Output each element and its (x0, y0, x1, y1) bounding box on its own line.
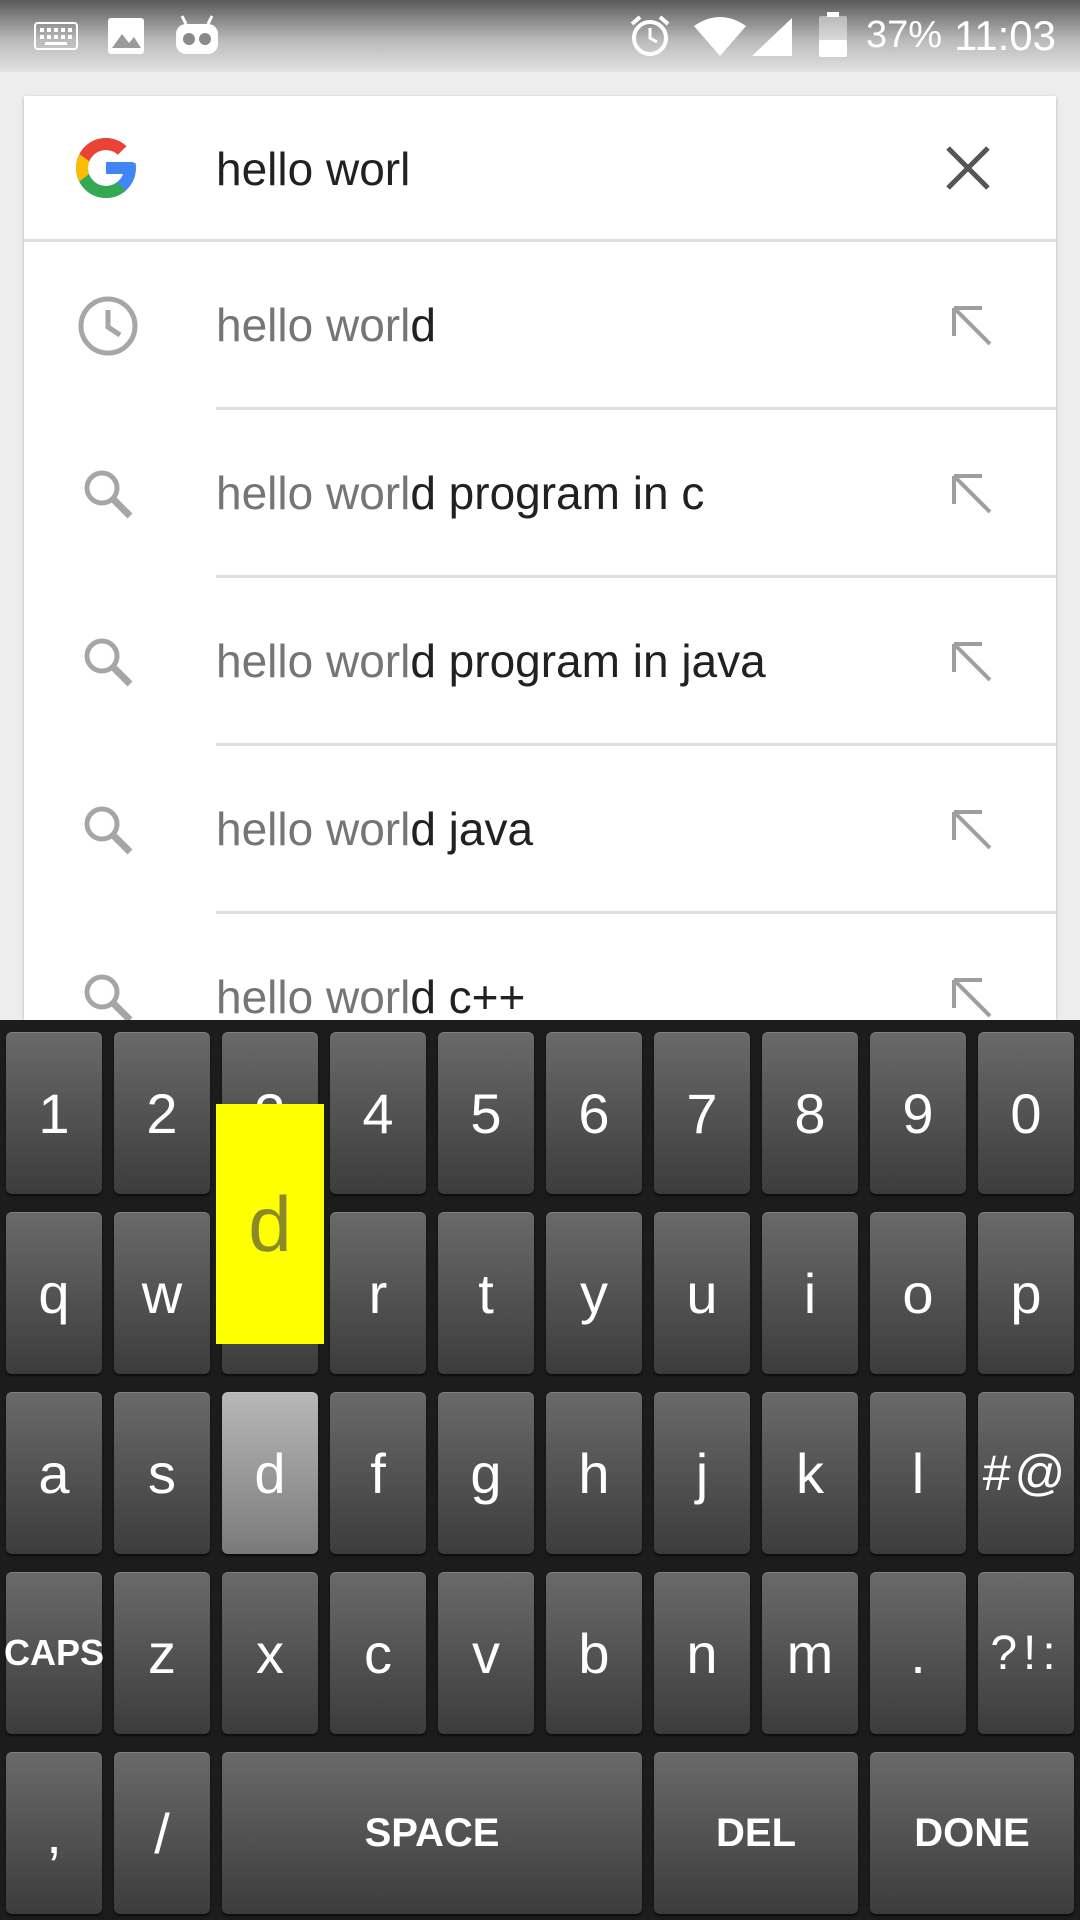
fill-query-arrow-icon[interactable] (946, 468, 998, 520)
key-1[interactable]: 1 (6, 1032, 102, 1194)
key-r[interactable]: r (330, 1212, 426, 1374)
signal-icon (752, 18, 792, 56)
search-icon (84, 974, 133, 1020)
suggestion-completion: d c++ (410, 971, 526, 1020)
search-card: hello worl hello world hello world progr… (24, 96, 1056, 1020)
suggestion-typed: hello worl (216, 299, 411, 351)
key-8[interactable]: 8 (762, 1032, 858, 1194)
key-k[interactable]: k (762, 1392, 858, 1554)
key-7[interactable]: 7 (654, 1032, 750, 1194)
key-slash[interactable]: / (114, 1752, 210, 1914)
image-icon (108, 18, 144, 54)
key-x[interactable]: x (222, 1572, 318, 1734)
suggestion-item[interactable]: hello world c++ (24, 914, 1056, 1020)
suggestion-typed: hello worl (216, 635, 411, 687)
suggestion-item[interactable]: hello world (24, 242, 1056, 410)
key-q[interactable]: q (6, 1212, 102, 1374)
key-m[interactable]: m (762, 1572, 858, 1734)
fill-query-arrow-icon[interactable] (946, 804, 998, 856)
key-a[interactable]: a (6, 1392, 102, 1554)
key-period[interactable]: . (870, 1572, 966, 1734)
key-caps[interactable]: CAPS (4, 1572, 104, 1734)
key-o[interactable]: o (870, 1212, 966, 1374)
key-symbols-punct[interactable]: ?!: (978, 1572, 1074, 1734)
key-4[interactable]: 4 (330, 1032, 426, 1194)
key-5[interactable]: 5 (438, 1032, 534, 1194)
history-icon (78, 296, 138, 356)
android-icon (176, 15, 218, 54)
key-c[interactable]: c (330, 1572, 426, 1734)
search-icon (84, 806, 133, 855)
search-icon (84, 638, 133, 687)
delete-key[interactable]: DEL (654, 1752, 858, 1914)
space-key[interactable]: SPACE (222, 1752, 642, 1914)
status-bar: 37% 11:03 (0, 0, 1080, 72)
key-u[interactable]: u (654, 1212, 750, 1374)
done-key[interactable]: DONE (870, 1752, 1074, 1914)
suggestion-text: hello world program in java (216, 634, 766, 688)
keyboard: 1 2 3 4 5 6 7 8 9 0 q w e r t y u i o p … (0, 1020, 1080, 1920)
suggestion-typed: hello worl (216, 467, 411, 519)
search-bar: hello worl (24, 96, 1056, 240)
google-logo-icon (76, 138, 136, 198)
key-2[interactable]: 2 (114, 1032, 210, 1194)
key-0[interactable]: 0 (978, 1032, 1074, 1194)
key-b[interactable]: b (546, 1572, 642, 1734)
search-icon (84, 470, 133, 519)
key-j[interactable]: j (654, 1392, 750, 1554)
key-y[interactable]: y (546, 1212, 642, 1374)
keyboard-icon (34, 22, 78, 50)
suggestion-completion: d program in java (410, 635, 766, 687)
fill-query-arrow-icon[interactable] (946, 300, 998, 352)
clock: 11:03 (954, 12, 1056, 59)
suggestion-completion: d java (410, 803, 534, 855)
battery-percentage: 37% (865, 14, 942, 56)
key-f[interactable]: f (330, 1392, 426, 1554)
key-p[interactable]: p (978, 1212, 1074, 1374)
fill-query-arrow-icon[interactable] (946, 636, 998, 688)
key-6[interactable]: 6 (546, 1032, 642, 1194)
key-h[interactable]: h (546, 1392, 642, 1554)
suggestion-completion: d program in c (410, 467, 705, 519)
key-z[interactable]: z (114, 1572, 210, 1734)
fill-query-arrow-icon[interactable] (946, 972, 998, 1020)
suggestion-text: hello world java (216, 802, 533, 856)
suggestion-completion: d (410, 299, 436, 351)
key-i[interactable]: i (762, 1212, 858, 1374)
key-t[interactable]: t (438, 1212, 534, 1374)
suggestion-text: hello world c++ (216, 970, 525, 1020)
suggestion-typed: hello worl (216, 803, 411, 855)
battery-icon (819, 12, 847, 57)
key-w[interactable]: w (114, 1212, 210, 1374)
key-d[interactable]: d (222, 1392, 318, 1554)
alarm-icon (630, 15, 670, 56)
key-n[interactable]: n (654, 1572, 750, 1734)
key-comma[interactable]: , (6, 1752, 102, 1914)
key-g[interactable]: g (438, 1392, 534, 1554)
key-symbols-hash-at[interactable]: #@ (978, 1392, 1074, 1554)
suggestion-item[interactable]: hello world java (24, 746, 1056, 914)
suggestion-item[interactable]: hello world program in c (24, 410, 1056, 578)
key-press-preview: d (216, 1104, 324, 1344)
key-s[interactable]: s (114, 1392, 210, 1554)
key-9[interactable]: 9 (870, 1032, 966, 1194)
key-l[interactable]: l (870, 1392, 966, 1554)
suggestion-text: hello world program in c (216, 466, 704, 520)
clear-search-icon[interactable] (942, 142, 994, 194)
search-input[interactable]: hello worl (216, 142, 410, 196)
suggestion-text: hello world (216, 298, 436, 352)
suggestion-typed: hello worl (216, 971, 411, 1020)
key-v[interactable]: v (438, 1572, 534, 1734)
wifi-icon (694, 17, 746, 56)
suggestion-item[interactable]: hello world program in java (24, 578, 1056, 746)
